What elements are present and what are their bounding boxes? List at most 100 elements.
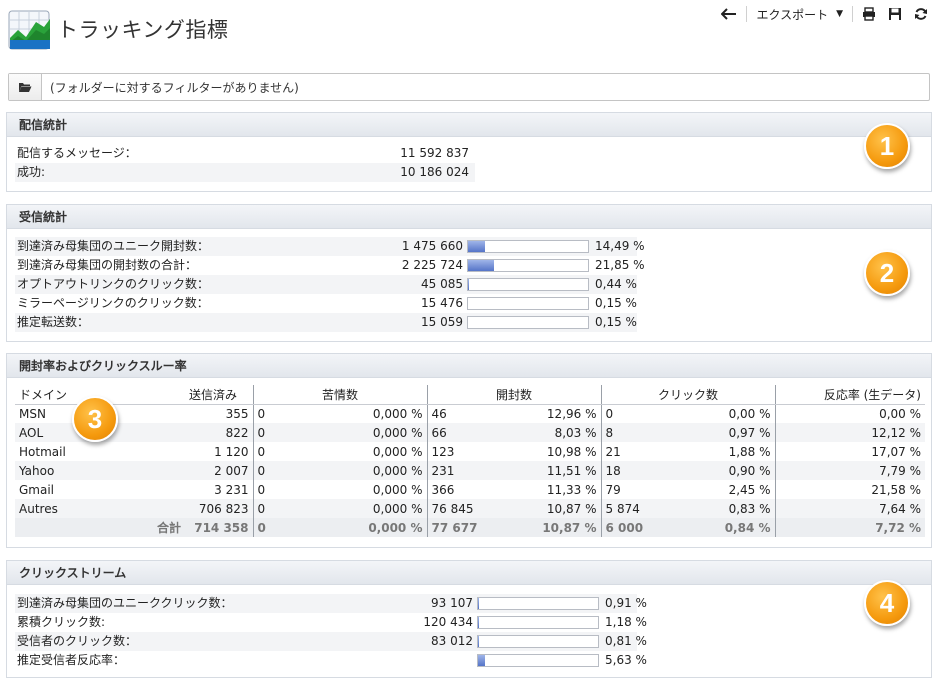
cell-cp: 0,000 %: [289, 442, 428, 461]
total-cell-sent: 714 358: [185, 518, 254, 537]
cell-cp: 0,000 %: [289, 404, 428, 423]
stat-label: 成功:: [17, 165, 46, 179]
progress-bar: [477, 616, 599, 629]
stat-row: 成功: 10 186 024: [15, 163, 475, 182]
cell-o: 231: [427, 461, 508, 480]
stat-value: 45 085: [421, 277, 463, 291]
total-cell-cp: 0,000 %: [289, 518, 428, 537]
stat-value: 15 476: [421, 296, 463, 310]
back-button[interactable]: [715, 4, 743, 24]
table-row: Autres 706 823 0 0,000 % 76 845 10,87 % 5 874 0…: [15, 499, 925, 518]
cell-k: 21: [605, 444, 621, 459]
cell-sent: 3 231: [185, 480, 254, 499]
progress-bar-fill: [468, 260, 495, 271]
cell-r: 21,58 %: [871, 482, 921, 497]
cell-kp: 0,90 %: [680, 461, 776, 480]
cell-op: 12,96 %: [507, 404, 602, 423]
cell-sent: 355: [185, 404, 254, 423]
cell-k: 8: [601, 423, 681, 442]
stat-value: 10 186 024: [400, 165, 469, 179]
reception-stats-section: 受信統計 到達済み母集団のユニーク開封数： 1 475 660 14,49 % 到達済…: [6, 204, 932, 342]
stat-row: ミラーページリンクのクリック数： 15 476 0,15 %: [15, 294, 637, 313]
folder-picker-button[interactable]: [9, 74, 42, 100]
stat-value: 1 475 660: [401, 239, 463, 253]
col-header-complaints: 苦情数: [253, 385, 428, 405]
stat-percent: 5,63 %: [605, 653, 647, 667]
cell-c: 0: [257, 406, 266, 421]
stat-label: 配信するメッセージ：: [17, 146, 137, 160]
toolbar-separator: [746, 6, 748, 22]
refresh-button[interactable]: [908, 4, 934, 24]
progress-bar: [467, 278, 589, 291]
stat-label: 推定受信者反応率：: [17, 653, 126, 667]
stat-percent: 0,44 %: [595, 277, 637, 291]
stat-label: オプトアウトリンクのクリック数：: [17, 277, 210, 291]
table-row: Gmail 3 231 0 0,000 % 366 11,33 % 79 2,45 % 21,5…: [15, 480, 925, 499]
save-button[interactable]: [882, 4, 908, 24]
progress-bar-fill: [478, 617, 480, 628]
cell-op: 11,33 %: [507, 480, 602, 499]
stat-label: 到達済み母集団のユニーククリック数：: [17, 596, 233, 610]
stat-value: 93 107: [431, 596, 473, 610]
stat-row: 到達済み母集団のユニーク開封数： 1 475 660 14,49 %: [15, 237, 645, 256]
stat-value: 2 225 724: [401, 258, 463, 272]
cell-o: 366: [431, 482, 455, 497]
cell-k: 0: [605, 406, 614, 421]
callout-badge-3: 3: [72, 396, 118, 442]
total-cell-op: 10,87 %: [507, 518, 602, 537]
cell-k: 18: [601, 461, 681, 480]
stat-row: 累積クリック数: 120 434 1,18 %: [15, 613, 647, 632]
export-button[interactable]: エクスポート ▼: [750, 4, 849, 24]
refresh-icon: [915, 8, 927, 20]
table-total-row: 合計 714 358 0 0,000 % 77 677 10,87 % 6 000 0,84 …: [15, 518, 925, 537]
print-button[interactable]: [856, 4, 882, 24]
caret-down-icon: ▼: [836, 9, 843, 19]
table-row: Yahoo 2 007 0 0,000 % 231 11,51 % 18 0,90 % 7,79…: [15, 461, 925, 480]
cell-kp: 0,00 %: [680, 404, 776, 423]
callout-badge-2: 2: [864, 250, 910, 296]
cell-k: 5 874: [601, 499, 681, 518]
cell-c: 0: [257, 444, 266, 459]
cell-domain: Hotmail: [19, 444, 66, 459]
stat-percent: 14,49 %: [595, 239, 645, 253]
progress-bar: [477, 635, 599, 648]
cell-cp: 0,000 %: [289, 461, 428, 480]
cell-c: 0: [257, 482, 266, 497]
progress-bar: [467, 240, 589, 253]
table-row: MSN 355 0 0,000 % 46 12,96 % 0 0,00 % 0,00 %: [15, 404, 925, 423]
folder-filter-text: (フォルダーに対するフィルターがありません): [50, 80, 299, 95]
total-cell-o: 77 677: [427, 518, 508, 537]
cell-sent: 2 007: [185, 461, 254, 480]
cell-c: 0: [253, 499, 290, 518]
cell-sent: 1 120: [185, 442, 254, 461]
section-title: 開封率およびクリックスルー率: [7, 354, 931, 378]
cell-op: 8,03 %: [507, 423, 602, 442]
page-title: トラッキング指標: [57, 18, 229, 42]
cell-sent: 822: [185, 423, 254, 442]
col-header-sent: 送信済み: [185, 385, 254, 405]
total-cell-kp: 0,84 %: [680, 518, 776, 537]
folder-filter-bar[interactable]: (フォルダーに対するフィルターがありません): [8, 73, 930, 101]
cell-cp: 0,000 %: [289, 480, 428, 499]
cell-r: 17,07 %: [871, 444, 921, 459]
cell-cp: 0,000 %: [289, 499, 428, 518]
cell-kp: 1,88 %: [680, 442, 776, 461]
total-cell-r: 7,72 %: [775, 518, 925, 537]
cell-kp: 0,97 %: [680, 423, 776, 442]
progress-bar: [467, 316, 589, 329]
cell-op: 10,87 %: [507, 499, 602, 518]
cell-sent: 706 823: [185, 499, 254, 518]
table-row: AOL 822 0 0,000 % 66 8,03 % 8 0,97 % 12,12 %: [15, 423, 925, 442]
stat-row: 推定受信者反応率： 5,63 %: [15, 651, 647, 670]
progress-bar-fill: [468, 241, 486, 252]
section-title: クリックストリーム: [7, 561, 931, 585]
table-header-row: ドメイン 送信済み 苦情数 開封数 クリック数 反応率 (生データ): [15, 385, 925, 405]
stat-label: ミラーページリンクのクリック数：: [17, 296, 209, 310]
back-arrow-icon: [721, 8, 737, 20]
section-title: 受信統計: [7, 205, 931, 229]
stat-row: 受信者のクリック数： 83 012 0,81 %: [15, 632, 647, 651]
toolbar-separator: [852, 6, 853, 22]
total-cell-c: 0: [253, 518, 290, 537]
cell-domain: Autres: [15, 499, 185, 518]
stat-label: 累積クリック数:: [17, 615, 106, 629]
